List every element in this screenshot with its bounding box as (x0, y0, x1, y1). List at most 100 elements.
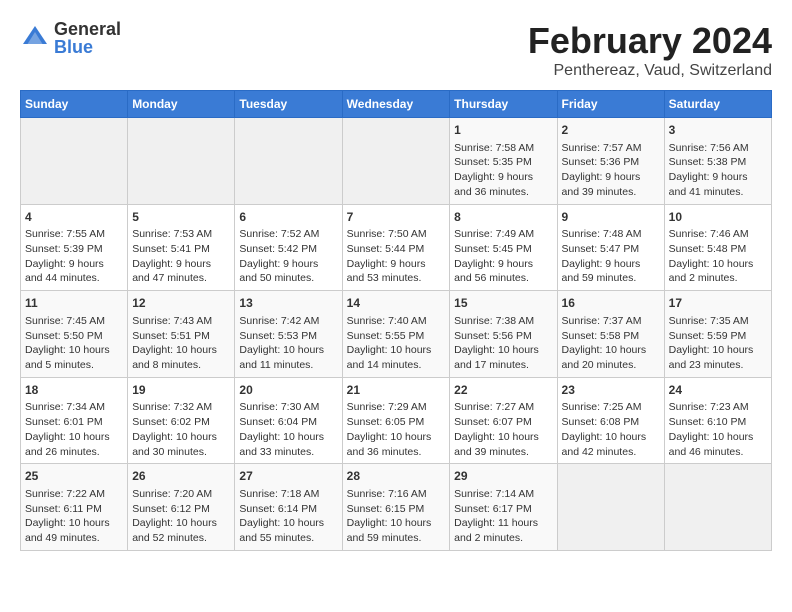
day-number: 18 (25, 382, 123, 399)
day-number: 17 (669, 295, 767, 312)
calendar-cell: 14 Sunrise: 7:40 AMSunset: 5:55 PMDayligh… (342, 291, 450, 378)
calendar-cell: 9Sunrise: 7:48 AMSunset: 5:47 PMDaylight… (557, 204, 664, 291)
day-number: 15 (454, 295, 552, 312)
day-number: 27 (239, 468, 337, 485)
day-number: 28 (347, 468, 446, 485)
day-number: 7 (347, 209, 446, 226)
day-info: Sunrise: 7:38 AMSunset: 5:56 PMDaylight:… (454, 314, 552, 373)
weekday-saturday: Saturday (664, 91, 771, 118)
calendar-cell: 4Sunrise: 7:55 AMSunset: 5:39 PMDaylight… (21, 204, 128, 291)
calendar-cell: 16 Sunrise: 7:37 AMSunset: 5:58 PMDayligh… (557, 291, 664, 378)
day-number: 23 (562, 382, 660, 399)
calendar-cell (235, 118, 342, 205)
day-info: Sunrise: 7:23 AMSunset: 6:10 PMDaylight:… (669, 400, 767, 459)
day-info: Sunrise: 7:37 AMSunset: 5:58 PMDaylight:… (562, 314, 660, 373)
page-title: February 2024 (528, 20, 772, 62)
day-number: 11 (25, 295, 123, 312)
day-info: Sunrise: 7:29 AMSunset: 6:05 PMDaylight:… (347, 400, 446, 459)
day-number: 10 (669, 209, 767, 226)
day-number: 4 (25, 209, 123, 226)
calendar-cell: 2Sunrise: 7:57 AMSunset: 5:36 PMDaylight… (557, 118, 664, 205)
day-info: Sunrise: 7:27 AMSunset: 6:07 PMDaylight:… (454, 400, 552, 459)
calendar-cell: 15 Sunrise: 7:38 AMSunset: 5:56 PMDayligh… (450, 291, 557, 378)
logo-blue: Blue (54, 38, 121, 56)
calendar-header: SundayMondayTuesdayWednesdayThursdayFrid… (21, 91, 772, 118)
day-number: 16 (562, 295, 660, 312)
day-number: 20 (239, 382, 337, 399)
calendar-cell: 27 Sunrise: 7:18 AMSunset: 6:14 PMDayligh… (235, 464, 342, 551)
day-info: Sunrise: 7:43 AMSunset: 5:51 PMDaylight:… (132, 314, 230, 373)
day-info: Sunrise: 7:57 AMSunset: 5:36 PMDaylight:… (562, 141, 660, 200)
calendar-cell: 23Sunrise: 7:25 AMSunset: 6:08 PMDayligh… (557, 377, 664, 464)
day-info: Sunrise: 7:53 AMSunset: 5:41 PMDaylight:… (132, 227, 230, 286)
calendar-cell: 13 Sunrise: 7:42 AMSunset: 5:53 PMDayligh… (235, 291, 342, 378)
calendar-cell: 22Sunrise: 7:27 AMSunset: 6:07 PMDayligh… (450, 377, 557, 464)
day-info: Sunrise: 7:40 AMSunset: 5:55 PMDaylight:… (347, 314, 446, 373)
weekday-tuesday: Tuesday (235, 91, 342, 118)
day-info: Sunrise: 7:46 AMSunset: 5:48 PMDaylight:… (669, 227, 767, 286)
title-block: February 2024 Penthereaz, Vaud, Switzerl… (528, 20, 772, 80)
day-number: 19 (132, 382, 230, 399)
calendar-cell: 29 Sunrise: 7:14 AMSunset: 6:17 PMDayligh… (450, 464, 557, 551)
calendar-cell: 20Sunrise: 7:30 AMSunset: 6:04 PMDayligh… (235, 377, 342, 464)
week-row-3: 18Sunrise: 7:34 AMSunset: 6:01 PMDayligh… (21, 377, 772, 464)
logo-general: General (54, 20, 121, 38)
calendar-cell: 7Sunrise: 7:50 AMSunset: 5:44 PMDaylight… (342, 204, 450, 291)
day-info: Sunrise: 7:50 AMSunset: 5:44 PMDaylight:… (347, 227, 446, 286)
calendar-cell: 11 Sunrise: 7:45 AMSunset: 5:50 PMDayligh… (21, 291, 128, 378)
calendar-cell (557, 464, 664, 551)
weekday-row: SundayMondayTuesdayWednesdayThursdayFrid… (21, 91, 772, 118)
calendar-cell (128, 118, 235, 205)
day-info: Sunrise: 7:48 AMSunset: 5:47 PMDaylight:… (562, 227, 660, 286)
calendar-cell: 25Sunrise: 7:22 AMSunset: 6:11 PMDayligh… (21, 464, 128, 551)
weekday-sunday: Sunday (21, 91, 128, 118)
logo-text: General Blue (54, 20, 121, 56)
day-number: 21 (347, 382, 446, 399)
day-number: 29 (454, 468, 552, 485)
day-info: Sunrise: 7:49 AMSunset: 5:45 PMDaylight:… (454, 227, 552, 286)
weekday-friday: Friday (557, 91, 664, 118)
calendar-body: 1Sunrise: 7:58 AMSunset: 5:35 PMDaylight… (21, 118, 772, 551)
calendar-cell: 1Sunrise: 7:58 AMSunset: 5:35 PMDaylight… (450, 118, 557, 205)
page-header: General Blue February 2024 Penthereaz, V… (20, 20, 772, 80)
weekday-thursday: Thursday (450, 91, 557, 118)
day-number: 22 (454, 382, 552, 399)
week-row-0: 1Sunrise: 7:58 AMSunset: 5:35 PMDaylight… (21, 118, 772, 205)
day-info: Sunrise: 7:25 AMSunset: 6:08 PMDaylight:… (562, 400, 660, 459)
day-info: Sunrise: 7:55 AMSunset: 5:39 PMDaylight:… (25, 227, 123, 286)
day-number: 26 (132, 468, 230, 485)
day-info: Sunrise: 7:56 AMSunset: 5:38 PMDaylight:… (669, 141, 767, 200)
day-info: Sunrise: 7:18 AMSunset: 6:14 PMDaylight:… (239, 487, 337, 546)
calendar-cell: 10Sunrise: 7:46 AMSunset: 5:48 PMDayligh… (664, 204, 771, 291)
calendar-cell: 3 Sunrise: 7:56 AMSunset: 5:38 PMDaylight… (664, 118, 771, 205)
calendar-cell: 8Sunrise: 7:49 AMSunset: 5:45 PMDaylight… (450, 204, 557, 291)
day-number: 5 (132, 209, 230, 226)
calendar-cell: 6Sunrise: 7:52 AMSunset: 5:42 PMDaylight… (235, 204, 342, 291)
day-info: Sunrise: 7:30 AMSunset: 6:04 PMDaylight:… (239, 400, 337, 459)
day-info: Sunrise: 7:42 AMSunset: 5:53 PMDaylight:… (239, 314, 337, 373)
calendar-cell: 24Sunrise: 7:23 AMSunset: 6:10 PMDayligh… (664, 377, 771, 464)
calendar-cell: 28Sunrise: 7:16 AMSunset: 6:15 PMDayligh… (342, 464, 450, 551)
day-info: Sunrise: 7:58 AMSunset: 5:35 PMDaylight:… (454, 141, 552, 200)
day-number: 6 (239, 209, 337, 226)
calendar-cell: 12Sunrise: 7:43 AMSunset: 5:51 PMDayligh… (128, 291, 235, 378)
page-subtitle: Penthereaz, Vaud, Switzerland (528, 62, 772, 80)
day-number: 9 (562, 209, 660, 226)
day-info: Sunrise: 7:14 AMSunset: 6:17 PMDaylight:… (454, 487, 552, 546)
day-number: 14 (347, 295, 446, 312)
calendar-cell: 18Sunrise: 7:34 AMSunset: 6:01 PMDayligh… (21, 377, 128, 464)
calendar-cell: 26Sunrise: 7:20 AMSunset: 6:12 PMDayligh… (128, 464, 235, 551)
calendar-cell: 5Sunrise: 7:53 AMSunset: 5:41 PMDaylight… (128, 204, 235, 291)
week-row-1: 4Sunrise: 7:55 AMSunset: 5:39 PMDaylight… (21, 204, 772, 291)
day-info: Sunrise: 7:52 AMSunset: 5:42 PMDaylight:… (239, 227, 337, 286)
day-number: 13 (239, 295, 337, 312)
day-number: 3 (669, 122, 767, 139)
weekday-monday: Monday (128, 91, 235, 118)
day-info: Sunrise: 7:34 AMSunset: 6:01 PMDaylight:… (25, 400, 123, 459)
day-number: 24 (669, 382, 767, 399)
day-info: Sunrise: 7:32 AMSunset: 6:02 PMDaylight:… (132, 400, 230, 459)
logo-icon (20, 23, 50, 53)
day-info: Sunrise: 7:45 AMSunset: 5:50 PMDaylight:… (25, 314, 123, 373)
weekday-wednesday: Wednesday (342, 91, 450, 118)
week-row-4: 25Sunrise: 7:22 AMSunset: 6:11 PMDayligh… (21, 464, 772, 551)
